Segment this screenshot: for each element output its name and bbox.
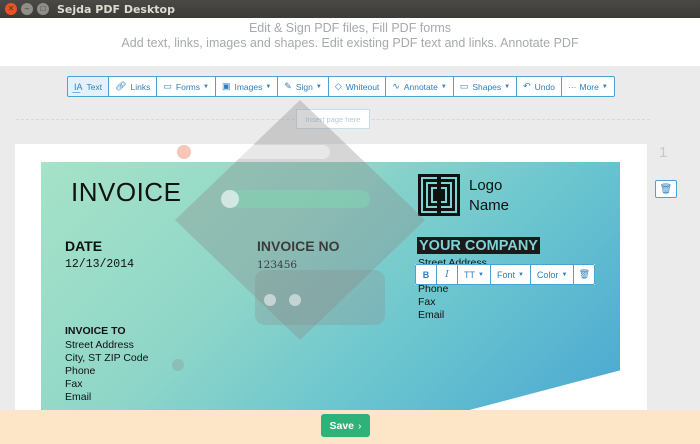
invoice-to-email: Email — [65, 391, 92, 403]
undo-button[interactable]: ↶ Undo — [516, 76, 562, 97]
font-size-button[interactable]: TT ▼ — [457, 264, 491, 285]
invoice-to-address[interactable]: Street Address City, ST ZIP Code Phone F… — [65, 339, 148, 404]
shapes-tool-button[interactable]: ▭ Shapes ▼ — [452, 76, 518, 97]
color-label: Color — [536, 269, 559, 280]
save-button[interactable]: Save › — [321, 414, 370, 437]
annotate-tool-label: Annotate — [403, 81, 438, 92]
logo-name[interactable]: Logo Name — [469, 176, 509, 216]
delete-page-button[interactable]: 🗑︎ — [655, 180, 677, 198]
chevron-down-icon: ▼ — [504, 83, 511, 90]
bold-button[interactable]: B — [415, 264, 437, 285]
whiteout-tool-button[interactable]: ◇ Whiteout — [327, 76, 387, 97]
chevron-down-icon: ▼ — [517, 271, 524, 278]
forms-tool-button[interactable]: ▭ Forms ▼ — [156, 76, 216, 97]
font-button[interactable]: Font ▼ — [489, 264, 531, 285]
form-icon: ▭ — [163, 81, 172, 91]
images-tool-label: Images — [234, 81, 263, 92]
more-label: ··· — [568, 81, 577, 92]
maximize-window-button[interactable]: □ — [37, 3, 49, 15]
page-number: 1 — [659, 144, 668, 161]
text-icon: I͟A — [74, 81, 83, 92]
images-tool-button[interactable]: ▣ Images ▼ — [214, 76, 279, 97]
italic-button[interactable]: I — [436, 264, 458, 285]
sign-tool-label: Sign — [295, 81, 313, 92]
font-label: Font — [496, 269, 515, 280]
chevron-down-icon: ▼ — [561, 271, 568, 278]
trash-icon: 🗑︎ — [578, 269, 591, 279]
insert-page-button[interactable]: Insert page here — [296, 109, 370, 129]
undo-label: Undo — [534, 81, 555, 92]
title-bar: ✕ – □ Sejda PDF Desktop — [0, 0, 700, 18]
links-tool-label: Links — [130, 81, 151, 92]
shapes-tool-label: Shapes — [472, 81, 502, 92]
chevron-right-icon: › — [358, 419, 362, 432]
sign-tool-button[interactable]: ✎ Sign ▼ — [277, 76, 329, 97]
chevron-down-icon: ▼ — [601, 83, 608, 90]
invoice-to-street: Street Address — [65, 339, 134, 351]
logo-line-1: Logo — [469, 177, 503, 194]
invoice-to-phone: Phone — [65, 365, 96, 377]
links-tool-button[interactable]: 🔗︎ Links — [108, 76, 158, 97]
image-icon: ▣ — [221, 81, 231, 91]
chevron-down-icon: ▼ — [440, 83, 447, 90]
link-icon: 🔗︎ — [115, 81, 127, 91]
company-name-selected[interactable]: YOUR COMPANY — [417, 237, 540, 254]
annotate-icon: ∿ — [392, 81, 400, 91]
font-size-icon: TT — [464, 269, 475, 280]
save-label: Save — [329, 419, 355, 432]
shapes-icon: ▭ — [459, 81, 469, 91]
chevron-down-icon: ▼ — [203, 83, 209, 90]
close-window-button[interactable]: ✕ — [5, 3, 17, 15]
date-value[interactable]: 12/13/2014 — [65, 258, 134, 271]
whiteout-tool-label: Whiteout — [345, 81, 380, 92]
invoice-no-value[interactable]: 123456 — [257, 259, 297, 271]
signature-icon: ✎ — [284, 81, 292, 91]
invoice-to-fax: Fax — [65, 378, 83, 390]
more-text: More — [579, 81, 599, 92]
chevron-down-icon: ▼ — [265, 83, 272, 90]
company-email: Email — [418, 309, 445, 321]
undo-icon: ↶ — [523, 81, 531, 91]
logo-icon — [418, 174, 460, 216]
app-header: Edit & Sign PDF files, Fill PDF forms Ad… — [0, 18, 700, 66]
date-label[interactable]: DATE — [65, 238, 102, 254]
invoice-title[interactable]: INVOICE — [71, 177, 181, 208]
trash-icon: 🗑︎ — [659, 183, 673, 195]
forms-tool-label: Forms — [175, 81, 200, 92]
eraser-icon: ◇ — [334, 81, 342, 91]
header-tagline: Edit & Sign PDF files, Fill PDF forms — [248, 21, 452, 35]
invoice-to-city: City, ST ZIP Code — [65, 352, 149, 364]
invoice-to-label[interactable]: INVOICE TO — [65, 325, 125, 338]
editor-toolbar: I͟A Text 🔗︎ Links ▭ Forms ▼ ▣ Images ▼ ✎… — [67, 76, 615, 97]
company-fax: Fax — [418, 296, 436, 308]
text-tool-button[interactable]: I͟A Text — [67, 76, 110, 97]
annotate-tool-button[interactable]: ∿ Annotate ▼ — [385, 76, 454, 97]
color-button[interactable]: Color ▼ — [529, 264, 575, 285]
text-format-toolbar: B I TT ▼ Font ▼ Color ▼ 🗑︎ — [415, 264, 596, 285]
more-button[interactable]: ··· More ▼ — [561, 76, 615, 97]
chevron-down-icon: ▼ — [315, 83, 322, 90]
window-title: Sejda PDF Desktop — [57, 2, 175, 16]
minimize-window-button[interactable]: – — [21, 3, 33, 15]
header-description: Add text, links, images and shapes. Edit… — [121, 36, 579, 50]
chevron-down-icon: ▼ — [478, 271, 484, 278]
delete-text-button[interactable]: 🗑︎ — [573, 264, 596, 285]
text-tool-label: Text — [86, 81, 103, 92]
invoice-no-label[interactable]: INVOICE NO — [257, 238, 339, 254]
logo-line-2: Name — [469, 197, 510, 214]
